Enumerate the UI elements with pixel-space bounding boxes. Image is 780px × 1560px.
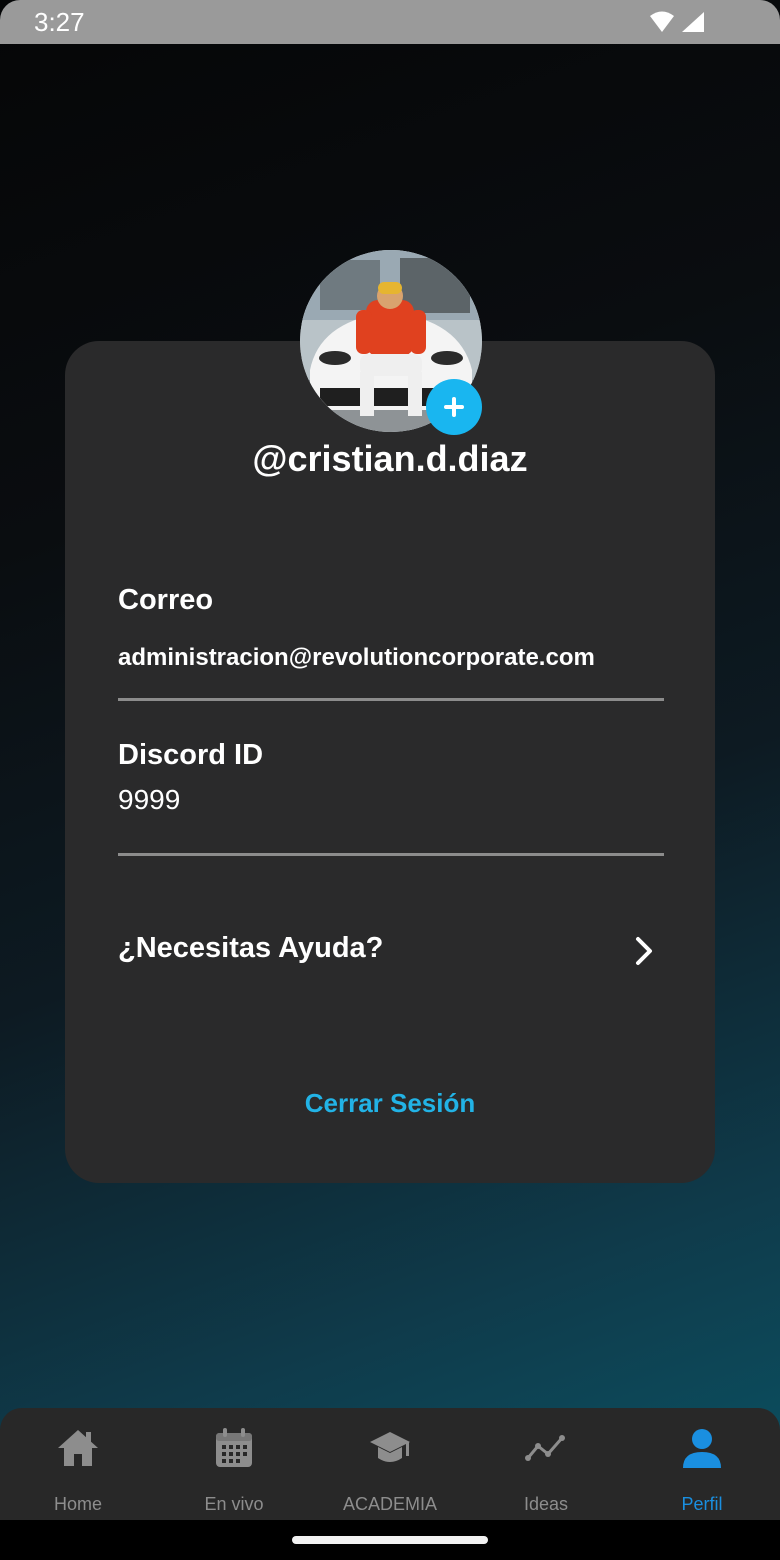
nav-label: En vivo [204,1494,264,1514]
wifi-icon [650,11,674,32]
bottom-nav: Home En vivo ACADEMIA Ideas Perfil [0,1408,780,1520]
line-chart-icon [525,1435,565,1461]
nav-label: ACADEMIA [342,1494,438,1514]
home-icon [58,1430,98,1466]
add-photo-button[interactable] [426,379,482,435]
status-bar: 3:27 [0,0,780,44]
plus-icon [444,397,464,417]
chevron-right-icon [636,937,652,965]
nav-item-perfil[interactable]: Perfil [624,1408,780,1520]
discord-value: 9999 [118,784,181,815]
person-icon [683,1429,721,1468]
email-value: administracion@revolutioncorporate.com [118,644,595,671]
divider [118,853,664,856]
signal-icon [682,12,704,32]
profile-screen: 3:27 @cristian.d.diaz Correo administrac… [0,0,780,1560]
calendar-icon [216,1428,252,1467]
divider [118,698,664,701]
nav-item-en-vivo[interactable]: En vivo [156,1408,312,1520]
graduation-cap-icon [370,1432,410,1462]
gesture-bar [0,1520,780,1560]
help-label: ¿Necesitas Ayuda? [118,932,384,964]
nav-label: Ideas [523,1494,569,1514]
discord-label: Discord ID [118,739,264,771]
email-label: Correo [118,584,214,616]
nav-label: Perfil [681,1494,723,1514]
home-gesture-pill[interactable] [292,1536,488,1544]
status-time: 3:27 [34,7,85,37]
logout-button[interactable]: Cerrar Sesión [0,1088,780,1119]
nav-item-ideas[interactable]: Ideas [468,1408,624,1520]
nav-label: Home [53,1494,102,1514]
help-row[interactable]: ¿Necesitas Ayuda? [118,922,664,982]
nav-item-home[interactable]: Home [0,1408,156,1520]
status-icons [650,11,704,32]
nav-item-academia[interactable]: ACADEMIA [312,1408,468,1520]
username: @cristian.d.diaz [252,438,528,479]
